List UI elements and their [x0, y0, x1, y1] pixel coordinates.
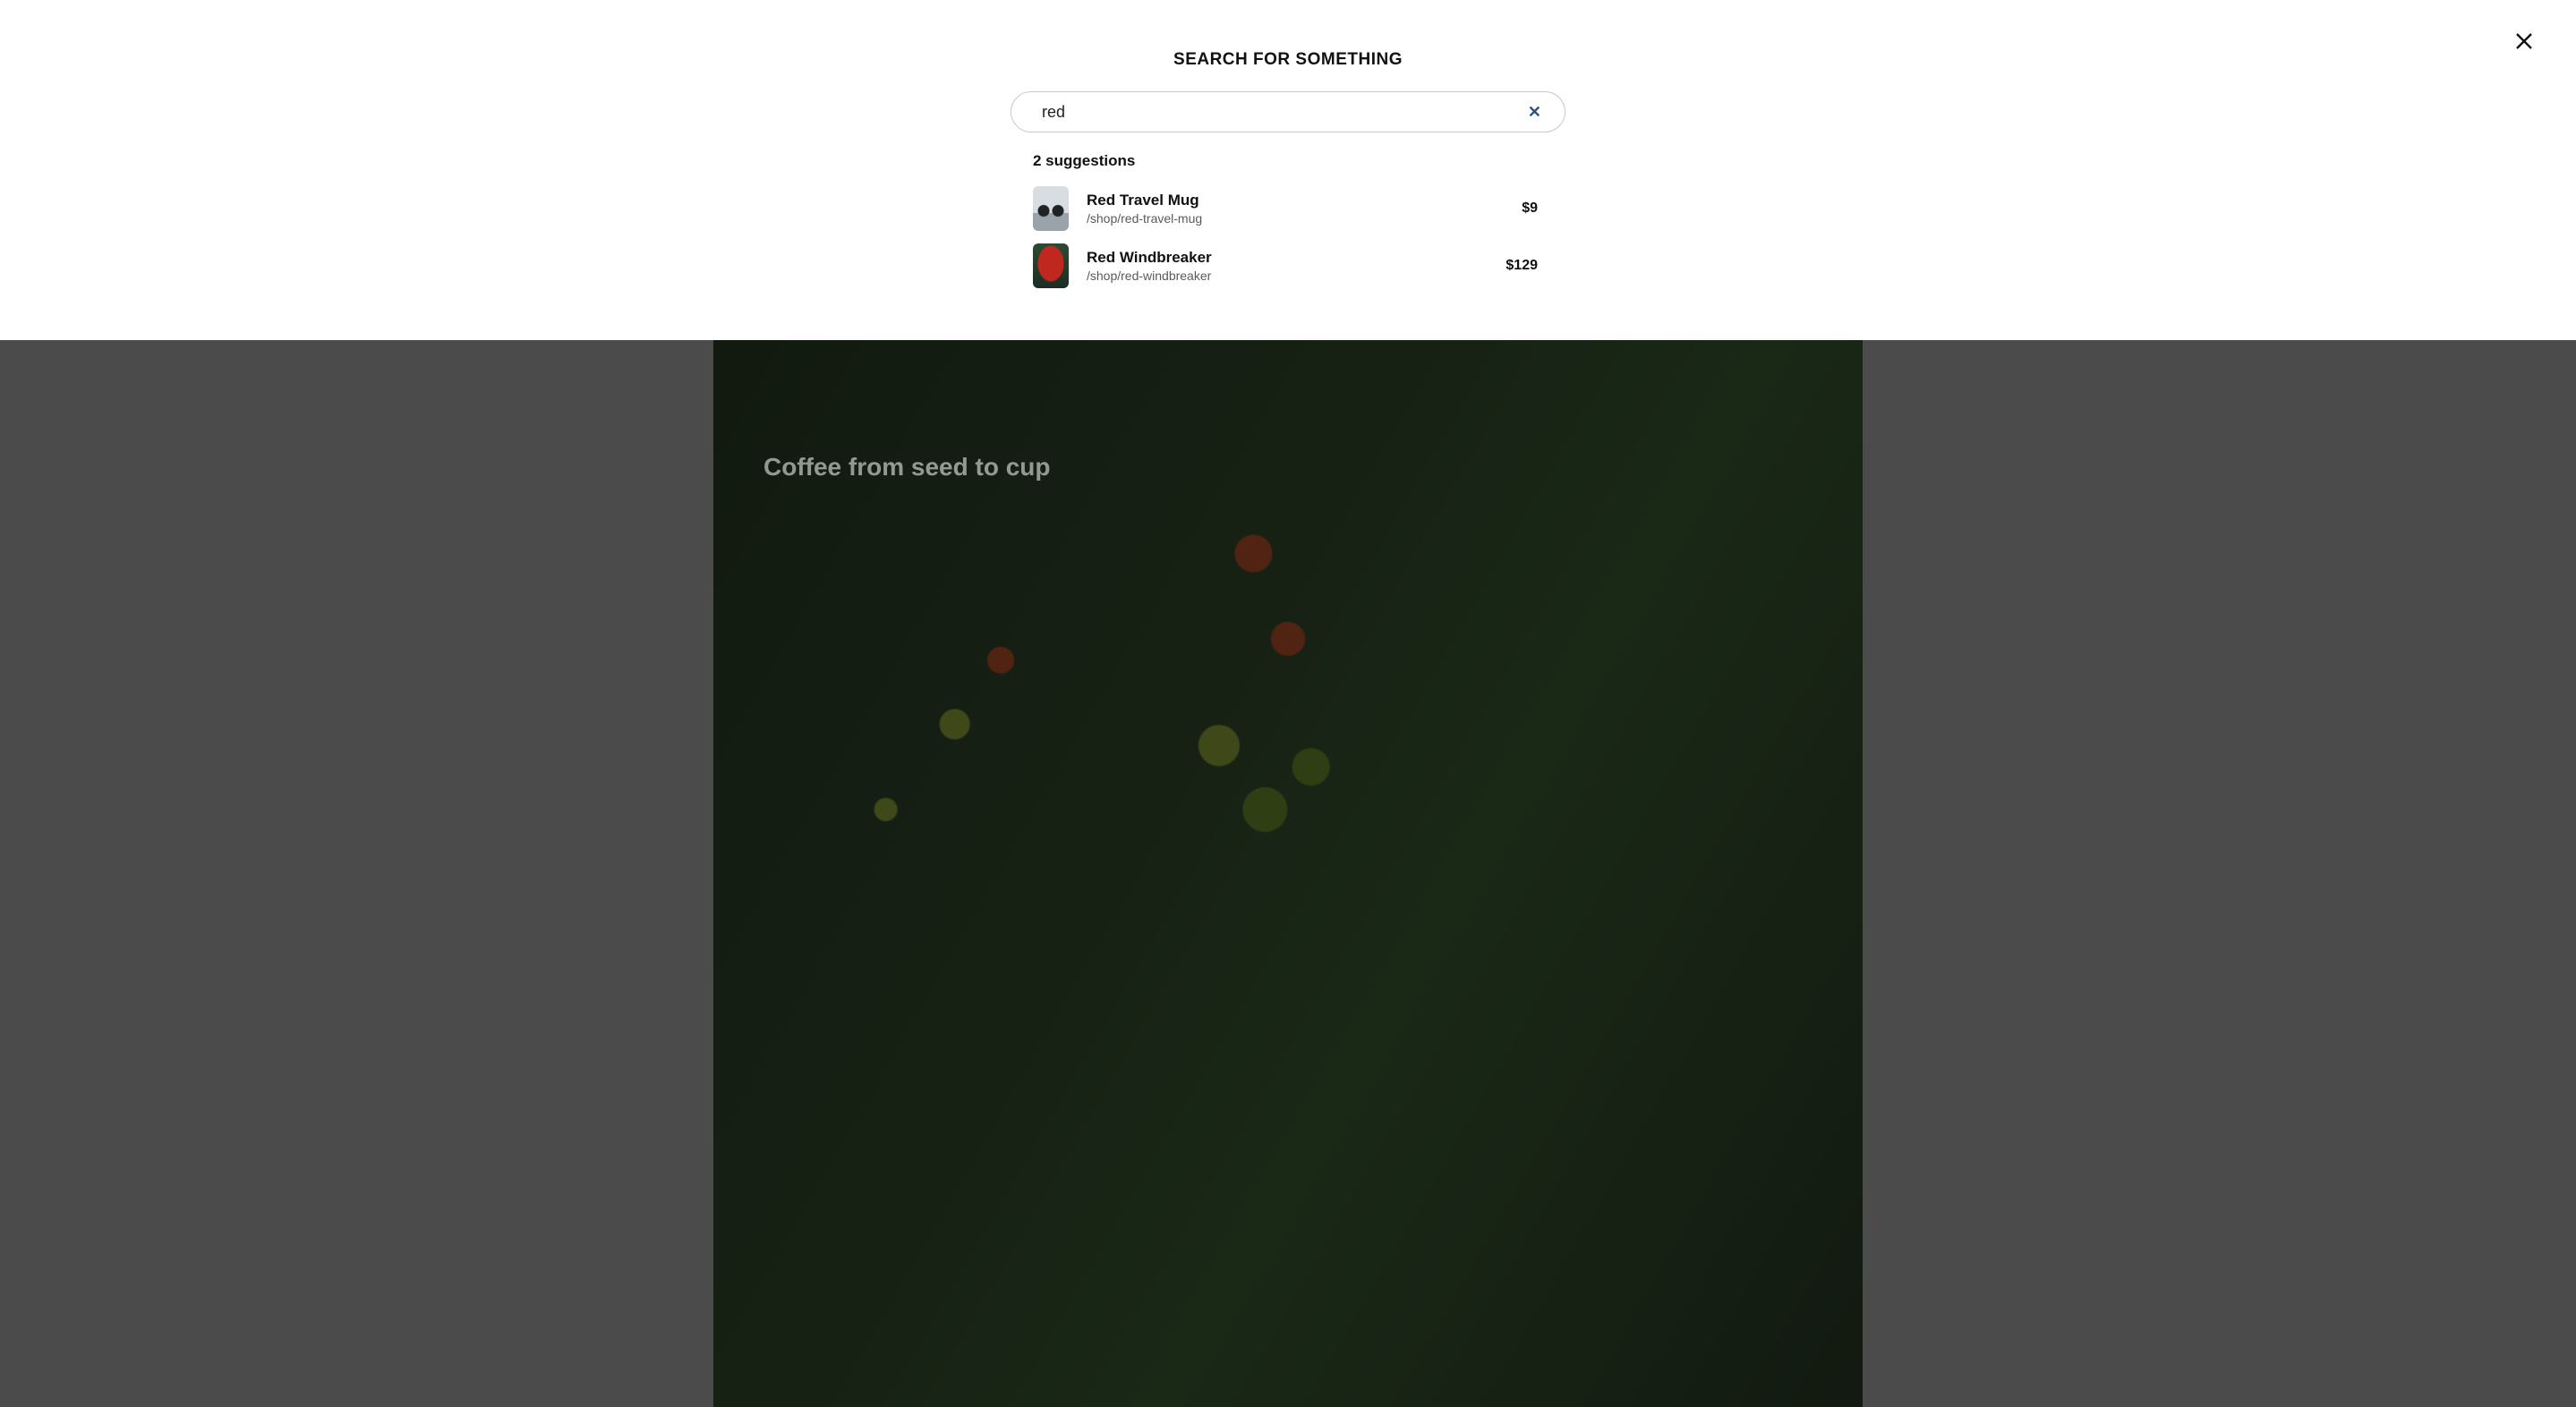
suggestion-row[interactable]: Red Windbreaker /shop/red-windbreaker $1… [1033, 240, 1543, 297]
suggestion-price: $129 [1506, 258, 1543, 274]
suggestions-count: 2 suggestions [1033, 152, 1543, 170]
suggestion-text: Red Travel Mug /shop/red-travel-mug [1087, 191, 1504, 226]
close-button[interactable] [2510, 27, 2538, 55]
close-icon [2513, 30, 2535, 52]
search-overlay: SEARCH FOR SOMETHING ✕ 2 suggestions Red… [0, 0, 2576, 340]
page-backdrop: Coffee from seed to cup [0, 340, 2576, 1407]
suggestion-price: $9 [1522, 200, 1543, 217]
clear-search-button[interactable]: ✕ [1523, 98, 1547, 125]
hero-image: Coffee from seed to cup [713, 340, 1863, 1407]
suggestion-title: Red Travel Mug [1087, 191, 1504, 209]
close-icon: ✕ [1528, 103, 1541, 121]
hero-title: Coffee from seed to cup [763, 453, 1050, 482]
suggestion-path: /shop/red-windbreaker [1087, 268, 1488, 284]
suggestion-path: /shop/red-travel-mug [1087, 210, 1504, 226]
suggestion-text: Red Windbreaker /shop/red-windbreaker [1087, 248, 1488, 283]
search-heading: SEARCH FOR SOMETHING [1173, 50, 1403, 70]
search-field[interactable]: ✕ [1011, 91, 1565, 132]
product-thumbnail [1033, 243, 1069, 288]
product-thumbnail [1033, 186, 1069, 231]
suggestion-row[interactable]: Red Travel Mug /shop/red-travel-mug $9 [1033, 183, 1543, 240]
search-input[interactable] [1042, 103, 1512, 122]
suggestions-list: 2 suggestions Red Travel Mug /shop/red-t… [1033, 152, 1543, 297]
suggestion-title: Red Windbreaker [1087, 248, 1488, 267]
